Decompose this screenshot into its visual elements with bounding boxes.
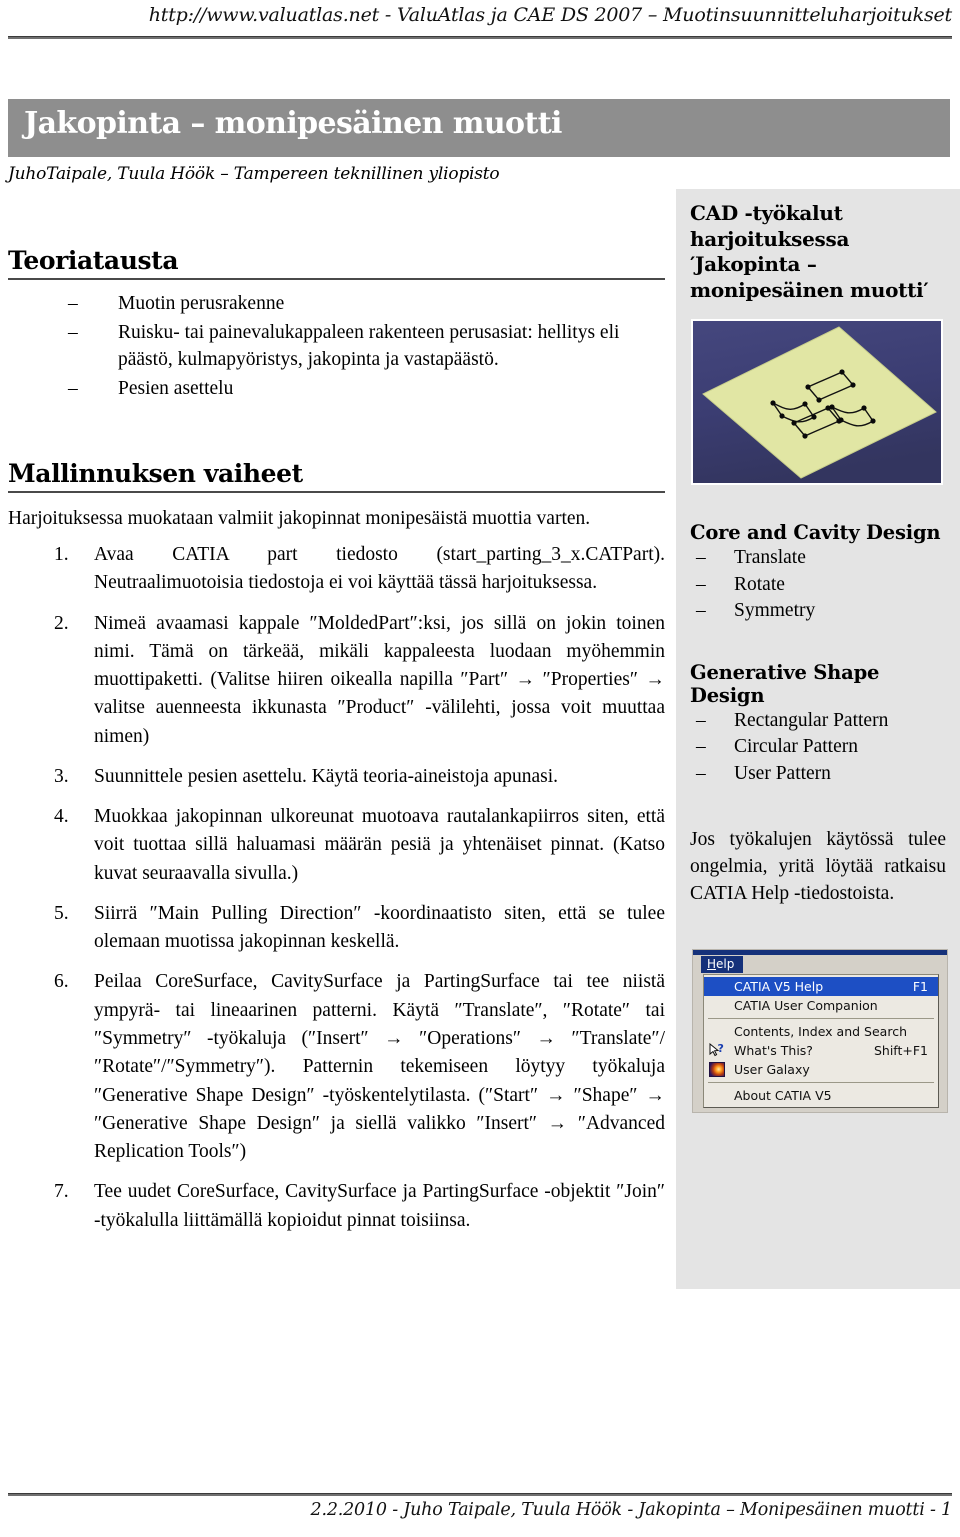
cad-illustration-figure <box>691 319 943 486</box>
whats-this-icon: ? <box>709 1042 725 1059</box>
svg-text:?: ? <box>718 1043 724 1055</box>
list-item: Nimeä avaamasi kappale ″MoldedPart″:ksi,… <box>54 610 665 747</box>
menubar-item-help[interactable]: Help <box>701 956 744 974</box>
page-footer: 2.2.2010 - Juho Taipale, Tuula Höök - Ja… <box>310 1500 953 1520</box>
help-menubar: Help <box>693 955 947 975</box>
dash-bullet-icon: – <box>696 573 706 595</box>
list-item-label: Rotate <box>734 573 785 595</box>
theory-bullet-list: – Muotin perusrakenne – Ruisku- tai pain… <box>8 290 665 403</box>
menu-item-catia-user-companion[interactable]: CATIA User Companion <box>704 996 938 1015</box>
list-item: – Ruisku- tai painevalukappaleen rakente… <box>68 319 665 374</box>
menu-item-about-catia-v5[interactable]: About CATIA V5 <box>704 1086 938 1105</box>
menu-separator <box>708 1082 934 1084</box>
sidebar-block-list: – Rectangular Pattern – Circular Pattern… <box>690 708 946 788</box>
title-banner: Jakopinta – monipesäinen muotti <box>8 99 950 157</box>
sidebar-block-generative-shape-design: Generative Shape Design – Rectangular Pa… <box>690 661 946 788</box>
list-item: – Muotin perusrakenne <box>68 290 665 318</box>
list-item: – Translate <box>696 545 946 572</box>
running-header: http://www.valuatlas.net - ValuAtlas ja … <box>148 4 952 26</box>
menu-item-label: About CATIA V5 <box>734 1088 832 1104</box>
dash-bullet-icon: – <box>696 600 706 622</box>
user-galaxy-icon <box>709 1062 725 1078</box>
steps-section-heading: Mallinnuksen vaiheet <box>8 459 665 493</box>
list-item-label: Pesien asettelu <box>118 378 234 400</box>
dash-bullet-icon: – <box>68 293 78 314</box>
footer-divider-rule <box>8 1493 952 1496</box>
main-content-column: Teoriatausta – Muotin perusrakenne – Rui… <box>8 246 665 1247</box>
list-item: Peilaa CoreSurface, CavitySurface ja Par… <box>54 968 665 1163</box>
list-item-label: Translate <box>734 547 806 569</box>
menu-item-catia-v5-help[interactable]: CATIA V5 Help F1 <box>704 977 938 997</box>
dash-bullet-icon: – <box>68 321 78 343</box>
list-item: – Rotate <box>696 572 946 599</box>
list-item: – Symmetry <box>696 598 946 625</box>
list-item: Suunnittele pesien asettelu. Käytä teori… <box>54 763 559 792</box>
list-item: – User Pattern <box>696 761 946 788</box>
sidebar-block-heading: Generative Shape Design <box>690 660 880 707</box>
sidebar-block-heading: Core and Cavity Design <box>690 521 941 545</box>
header-divider-rule <box>8 36 952 39</box>
cad-illustration-svg <box>693 321 941 484</box>
steps-numbered-list: Avaa CATIA part tiedosto (start_parting_… <box>8 541 665 1235</box>
menu-item-accelerator: Shift+F1 <box>873 1043 928 1059</box>
sidebar-title: CAD -työkalut harjoituksessa ′Jakopinta … <box>690 201 929 302</box>
menubar-item-help-accesskey: H <box>707 957 717 972</box>
author-byline: JuhoTaipale, Tuula Höök – Tampereen tekn… <box>8 164 500 184</box>
list-item: – Rectangular Pattern <box>696 708 946 735</box>
menu-separator <box>708 1018 934 1020</box>
dash-bullet-icon: – <box>696 709 706 731</box>
list-item-label: Rectangular Pattern <box>734 709 889 731</box>
menu-item-accelerator: F1 <box>912 979 928 995</box>
list-item: Avaa CATIA part tiedosto (start_parting_… <box>54 541 665 594</box>
sidebar-help-note: Jos työkalujen käytössä tulee ongelmia, … <box>690 829 946 904</box>
help-dropdown-menu[interactable]: CATIA V5 Help F1 CATIA User Companion Co… <box>703 974 939 1109</box>
list-item-label: User Pattern <box>734 762 831 784</box>
page-title: Jakopinta – monipesäinen muotti <box>24 106 562 141</box>
dash-bullet-icon: – <box>696 762 706 784</box>
list-item: Tee uudet CoreSurface, CavitySurface ja … <box>54 1178 665 1231</box>
list-item: – Pesien asettelu <box>68 375 665 403</box>
theory-section-heading: Teoriatausta <box>8 246 665 280</box>
dash-bullet-icon: – <box>68 378 78 400</box>
menu-item-whats-this[interactable]: ? What's This? Shift+F1 <box>704 1041 938 1060</box>
list-item-label: Circular Pattern <box>734 736 858 758</box>
dash-bullet-icon: – <box>696 547 706 569</box>
sidebar-block-list: – Translate – Rotate – Symmetry <box>690 545 946 625</box>
catia-help-menu-screenshot: Help CATIA V5 Help F1 CATIA User Compani… <box>692 949 948 1114</box>
menu-item-label: Contents, Index and Search <box>734 1024 907 1040</box>
menu-item-label: CATIA User Companion <box>734 998 878 1014</box>
list-item-label: Ruisku- tai painevalukappaleen rakenteen… <box>118 321 620 371</box>
list-item-label: Symmetry <box>734 600 816 622</box>
list-item: Muokkaa jakopinnan ulkoreunat muotoava r… <box>54 803 665 884</box>
menu-item-user-galaxy[interactable]: User Galaxy <box>704 1060 938 1079</box>
list-item: – Circular Pattern <box>696 734 946 761</box>
steps-lead-paragraph: Harjoituksessa muokataan valmiit jakopin… <box>8 507 591 529</box>
sidebar-panel: CAD -työkalut harjoituksessa ′Jakopinta … <box>676 189 960 1289</box>
sidebar-block-core-and-cavity-design: Core and Cavity Design – Translate – Rot… <box>690 521 946 625</box>
list-item: Siirrä ″Main Pulling Direction″ -koordin… <box>54 900 665 953</box>
list-item-label: Muotin perusrakenne <box>118 293 285 314</box>
menu-item-label: User Galaxy <box>734 1062 810 1078</box>
dash-bullet-icon: – <box>696 736 706 758</box>
menu-item-contents-index-and-search[interactable]: Contents, Index and Search <box>704 1022 938 1041</box>
menu-item-label: CATIA V5 Help <box>734 979 824 995</box>
menu-item-label: What's This? <box>734 1043 813 1059</box>
menubar-item-help-label-rest: elp <box>716 957 735 972</box>
